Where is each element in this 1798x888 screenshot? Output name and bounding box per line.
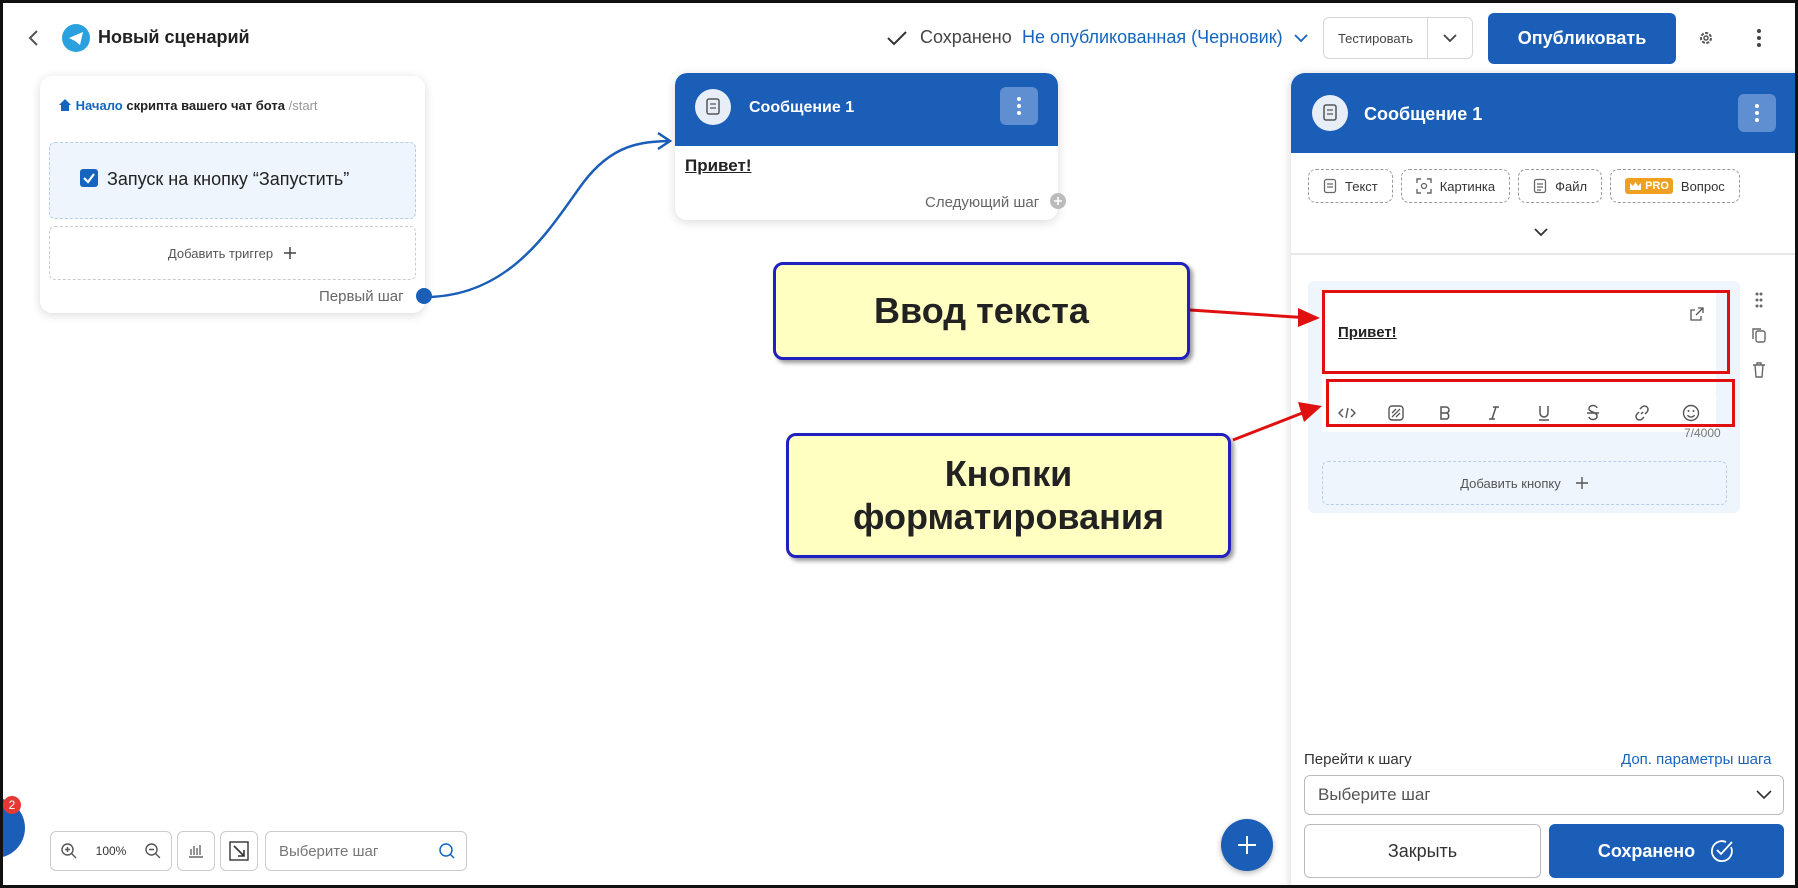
node-menu-icon[interactable] — [1000, 87, 1038, 125]
layout-button[interactable] — [177, 831, 215, 871]
goto-step-select[interactable]: Выберите шаг — [1304, 775, 1784, 815]
chevron-down-icon[interactable] — [1292, 29, 1310, 47]
message-node[interactable]: Сообщение 1 Привет! Следующий шаг — [675, 73, 1058, 220]
trash-icon[interactable] — [1747, 356, 1771, 386]
test-button[interactable]: Тестировать — [1323, 17, 1473, 59]
check-icon — [885, 28, 909, 48]
callout-text-input-label: Ввод текста — [874, 289, 1089, 331]
pro-label: PRO — [1645, 180, 1669, 192]
content-type-chips: Текст Картинка Файл PRO Вопрос — [1308, 169, 1740, 203]
home-icon — [58, 98, 72, 112]
message-node-text: Привет! — [685, 156, 752, 175]
zoom-in-icon[interactable] — [60, 842, 78, 860]
save-button[interactable]: Сохранено — [1549, 824, 1784, 878]
add-trigger-button[interactable]: Добавить триггер — [49, 226, 416, 280]
annotation-arrows — [1189, 308, 1322, 442]
bar-chart-icon — [187, 843, 205, 859]
goto-step-label: Перейти к шагу — [1304, 751, 1412, 768]
publish-status-dropdown[interactable]: Не опубликованная (Черновик) — [1022, 27, 1283, 48]
start-node-header: Начало скрипта вашего чат бота /start — [58, 98, 318, 113]
app-frame: Новый сценарий Сохранено Не опубликованн… — [0, 0, 1798, 888]
next-step-connector[interactable] — [1050, 193, 1066, 209]
drag-handle-icon[interactable] — [1747, 288, 1771, 318]
close-button[interactable]: Закрыть — [1304, 824, 1541, 878]
select-placeholder: Выберите шаг — [1318, 785, 1431, 804]
panel-header: Сообщение 1 — [1291, 73, 1795, 153]
zoom-control: 100% — [50, 831, 172, 871]
step-params-link[interactable]: Доп. параметры шага — [1621, 751, 1771, 768]
start-text: скрипта вашего чат бота — [122, 98, 285, 113]
format-buttons-highlight — [1326, 379, 1735, 427]
checkbox-icon[interactable] — [80, 169, 98, 187]
scenario-title[interactable]: Новый сценарий — [98, 27, 250, 48]
char-counter: 7/4000 — [1684, 426, 1721, 440]
chevron-down-icon[interactable] — [1428, 18, 1472, 58]
message-icon — [1312, 95, 1348, 131]
callout-format-line2: форматирования — [852, 495, 1164, 537]
fit-view-button[interactable] — [220, 831, 258, 871]
plus-icon — [283, 246, 297, 260]
text-icon — [1323, 178, 1337, 194]
telegram-icon — [62, 24, 90, 52]
start-node[interactable]: Начало скрипта вашего чат бота /start За… — [40, 76, 432, 313]
step-editor-panel: Сообщение 1 Текст Картинка Файл PRO Вопр… — [1291, 73, 1795, 885]
add-trigger-label: Добавить триггер — [167, 245, 274, 261]
chevron-down-icon[interactable] — [1532, 225, 1550, 239]
chip-text[interactable]: Текст — [1308, 169, 1393, 203]
first-step-label: Первый шаг — [319, 288, 404, 305]
panel-menu-icon[interactable] — [1738, 94, 1776, 132]
start-prefix: Начало — [75, 98, 123, 113]
chip-image-label: Картинка — [1439, 178, 1496, 194]
message-node-header: Сообщение 1 — [675, 73, 1058, 146]
gear-icon[interactable] — [1696, 28, 1716, 48]
notification-badge: 2 — [3, 796, 21, 814]
plus-icon — [1575, 476, 1589, 490]
crown-icon — [1629, 181, 1642, 191]
message-icon — [695, 89, 731, 125]
back-icon[interactable] — [21, 25, 47, 51]
publish-button[interactable]: Опубликовать — [1488, 13, 1676, 64]
chip-question-label: Вопрос — [1680, 178, 1725, 194]
save-button-label: Сохранено — [1597, 840, 1696, 861]
callout-format-buttons: Кнопки форматирования — [786, 433, 1231, 558]
pro-badge: PRO — [1625, 178, 1673, 194]
chip-image[interactable]: Картинка — [1400, 169, 1511, 203]
chip-file[interactable]: Файл — [1518, 169, 1603, 203]
search-placeholder: Выберите шаг — [279, 842, 379, 860]
zoom-out-icon[interactable] — [144, 842, 162, 860]
first-step-connector[interactable] — [416, 288, 432, 304]
copy-icon[interactable] — [1747, 318, 1771, 356]
callout-format-line1: Кнопки — [944, 453, 1073, 495]
chip-file-label: Файл — [1555, 178, 1588, 194]
panel-title: Сообщение 1 — [1364, 104, 1483, 124]
saved-status: Сохранено — [920, 27, 1012, 47]
more-menu-icon[interactable] — [1749, 27, 1769, 49]
trigger-label: Запуск на кнопку “Запустить” — [107, 169, 350, 189]
add-button-button[interactable]: Добавить кнопку — [1322, 461, 1727, 505]
image-icon — [1416, 178, 1432, 194]
text-input-highlight — [1322, 290, 1730, 374]
chevron-down-icon — [1755, 788, 1773, 802]
add-step-button[interactable] — [1221, 819, 1273, 871]
add-button-label: Добавить кнопку — [1460, 475, 1561, 491]
fit-view-icon — [228, 840, 250, 862]
zoom-level: 100% — [95, 844, 127, 858]
test-button-label[interactable]: Тестировать — [1324, 18, 1428, 58]
check-circle-icon — [1709, 838, 1735, 864]
plus-icon — [1236, 834, 1258, 856]
chip-text-label: Текст — [1345, 178, 1378, 194]
block-tools — [1747, 288, 1771, 386]
start-command: /start — [285, 98, 318, 113]
step-search-input[interactable]: Выберите шаг — [265, 831, 467, 871]
connection-arrow — [424, 131, 673, 299]
search-icon[interactable] — [438, 842, 456, 860]
file-icon — [1533, 178, 1547, 194]
callout-text-input: Ввод текста — [773, 262, 1190, 360]
message-node-title: Сообщение 1 — [749, 99, 855, 116]
divider — [1291, 253, 1795, 255]
chip-question[interactable]: PRO Вопрос — [1610, 169, 1740, 203]
trigger-item[interactable]: Запуск на кнопку “Запустить” — [49, 142, 416, 219]
next-step-label: Следующий шаг — [925, 194, 1040, 211]
